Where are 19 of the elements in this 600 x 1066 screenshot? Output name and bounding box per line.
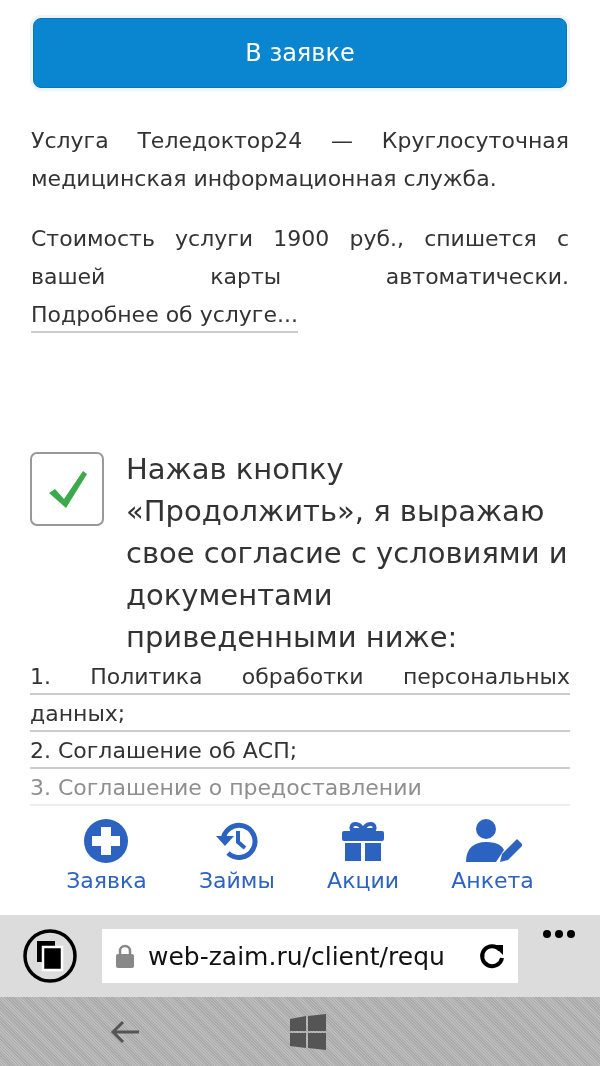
lock-icon (116, 944, 134, 968)
windows-logo-icon[interactable] (290, 1013, 326, 1050)
nav-tab[interactable]: Анкета (451, 818, 534, 893)
add-icon (83, 818, 130, 864)
tabs-icon[interactable] (22, 928, 78, 984)
service-description: Услуга Теледоктор24 — Круглосуточная медицинская информационная служба. (31, 127, 569, 193)
details-link[interactable]: Подробнее об услуге... (31, 302, 298, 333)
nav-tab[interactable]: Заявка (66, 818, 147, 893)
profile-edit-icon (463, 818, 522, 864)
consent-checkbox[interactable] (30, 452, 104, 526)
apply-button[interactable]: В заявке (33, 18, 567, 88)
cost-text: Стоимость услуги 1900 руб., спишется с вашей карты автоматически. Подробнее об услуге... (31, 220, 569, 334)
nav-tab[interactable]: Займы (198, 818, 275, 893)
consent-text: Нажав кнопку «Продолжить», я выражаю свое согласие с условиями и документами приведенными ниже: (126, 451, 569, 656)
back-icon[interactable] (110, 1019, 140, 1044)
more-icon[interactable] (542, 929, 576, 939)
refresh-icon[interactable] (478, 942, 506, 970)
nav-tab[interactable]: Акции (327, 818, 399, 893)
address-field[interactable]: web-zaim.ru/client/requ (102, 929, 518, 983)
